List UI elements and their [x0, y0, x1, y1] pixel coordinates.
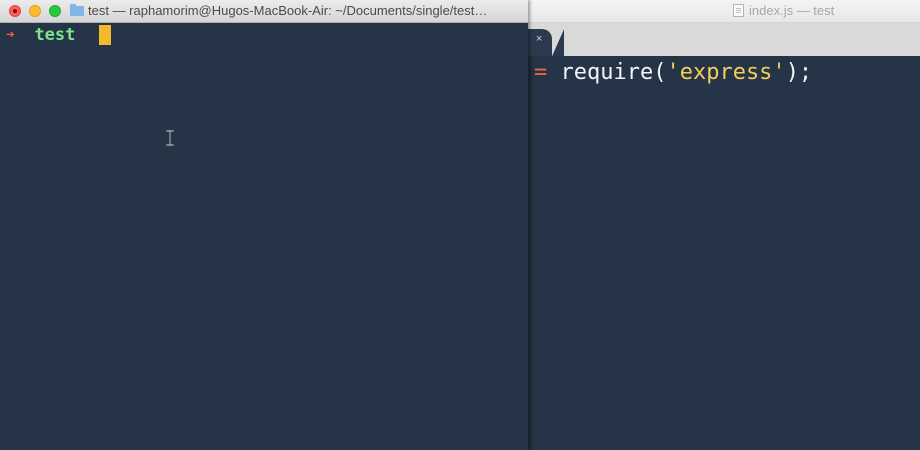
editor-titlebar[interactable]: index.js — test	[528, 0, 920, 23]
maximize-traffic-light-icon[interactable]	[49, 5, 61, 17]
document-icon	[733, 4, 744, 17]
minimize-traffic-light-icon[interactable]	[29, 5, 41, 17]
desktop: index.js — test × = require('express'); …	[0, 0, 920, 450]
prompt-directory: test	[34, 25, 76, 45]
close-traffic-light-icon[interactable]	[9, 5, 21, 17]
editor-title: index.js — test	[733, 3, 834, 18]
editor-window: index.js — test × = require('express');	[528, 0, 920, 450]
editor-tab-index-js[interactable]: ×	[528, 29, 564, 56]
terminal-titlebar[interactable]: test — raphamorim@Hugos-MacBook-Air: ~/D…	[0, 0, 528, 23]
editor-gutter	[528, 56, 532, 450]
text-cursor-icon	[166, 130, 174, 146]
folder-icon	[70, 4, 84, 16]
editor-title-text: index.js — test	[749, 3, 835, 18]
prompt-line[interactable]: ➜ test	[6, 25, 112, 45]
terminal-window[interactable]: test — raphamorim@Hugos-MacBook-Air: ~/D…	[0, 0, 528, 450]
code-string: 'express'	[666, 60, 786, 85]
code-line[interactable]: = require('express');	[534, 58, 812, 88]
code-function: require(	[560, 60, 667, 85]
tab-close-icon[interactable]: ×	[536, 33, 542, 45]
prompt-arrow-icon: ➜	[6, 27, 15, 43]
terminal-title: test — raphamorim@Hugos-MacBook-Air: ~/D…	[88, 3, 488, 18]
editor-tab-bar: ×	[528, 23, 920, 56]
code-operator: =	[534, 60, 548, 85]
terminal-cursor	[99, 25, 112, 45]
code-tail: );	[785, 60, 813, 85]
